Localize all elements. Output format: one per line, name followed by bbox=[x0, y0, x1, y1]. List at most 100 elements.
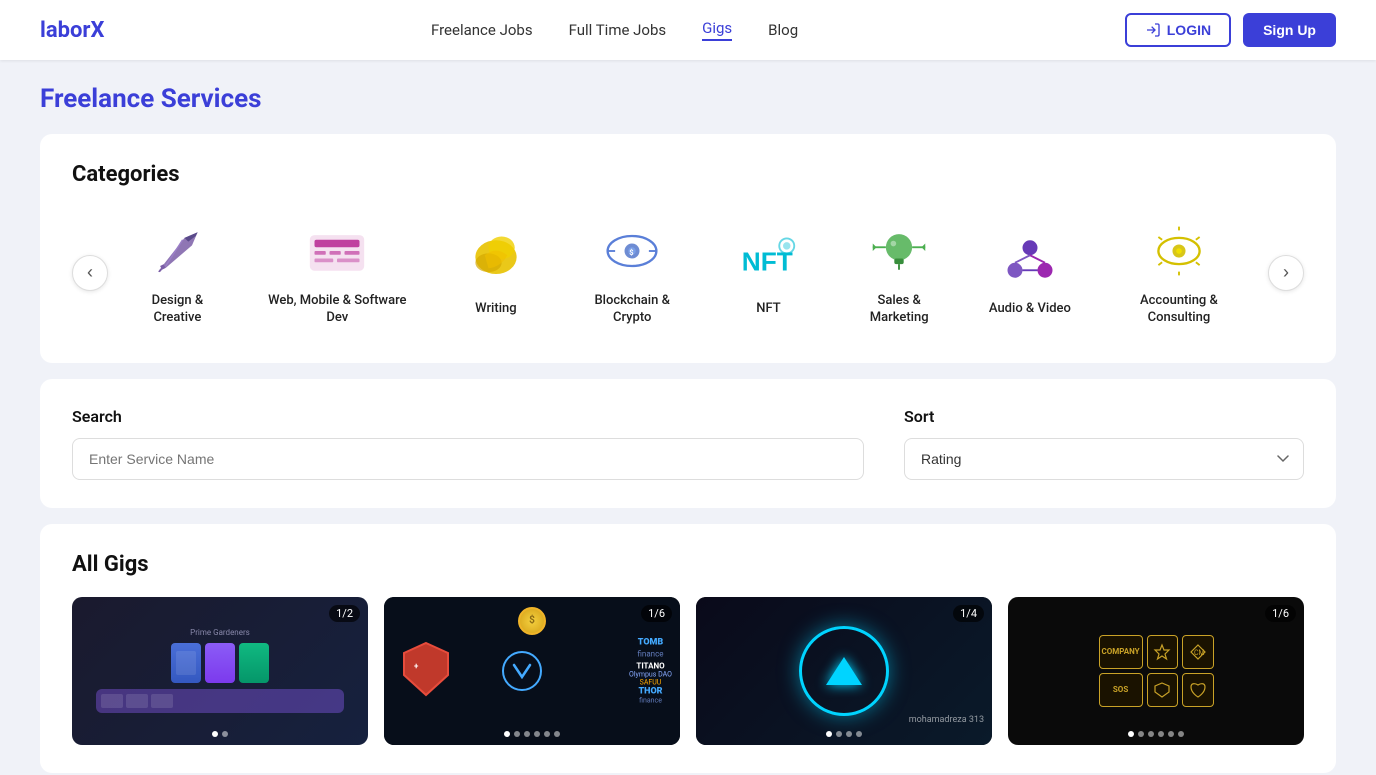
writing-icon bbox=[464, 227, 528, 291]
design-icon bbox=[145, 219, 209, 283]
gig1-bottom bbox=[96, 689, 344, 713]
sort-group: Sort Rating Price: Low to High Price: Hi… bbox=[904, 407, 1304, 480]
login-button[interactable]: LOGIN bbox=[1125, 13, 1231, 47]
nft-icon: NFT bbox=[736, 227, 800, 291]
search-sort-row: Search Sort Rating Price: Low to High Pr… bbox=[72, 407, 1304, 480]
logo-star-icon bbox=[1153, 643, 1171, 661]
search-sort-card: Search Sort Rating Price: Low to High Pr… bbox=[40, 379, 1336, 508]
gig2-shield-icon: + bbox=[402, 641, 450, 697]
gig4-dots bbox=[1128, 731, 1184, 737]
audio-label: Audio & Video bbox=[989, 301, 1071, 318]
gig3-circle bbox=[799, 626, 889, 716]
gigs-section: All Gigs Prime Gardeners bbox=[40, 524, 1336, 773]
logo-cell-4: SOS bbox=[1099, 673, 1143, 707]
page-content: Freelance Services Categories ‹ bbox=[0, 60, 1376, 773]
svg-text:NFT: NFT bbox=[742, 247, 793, 277]
login-icon bbox=[1145, 22, 1161, 38]
writing-label: Writing bbox=[475, 301, 516, 318]
dot-2-3 bbox=[534, 731, 540, 737]
search-label: Search bbox=[72, 407, 864, 426]
logo-cell-1: COMPANY bbox=[1099, 635, 1143, 669]
sort-label: Sort bbox=[904, 407, 1304, 426]
nav-gigs[interactable]: Gigs bbox=[702, 19, 732, 41]
webdev-label: Web, Mobile & Software Dev bbox=[259, 293, 416, 327]
dot-2-2 bbox=[524, 731, 530, 737]
nav-blog[interactable]: Blog bbox=[768, 21, 798, 39]
search-group: Search bbox=[72, 407, 864, 480]
svg-text:$: $ bbox=[629, 248, 633, 257]
accounting-icon bbox=[1147, 219, 1211, 283]
sales-icon bbox=[867, 219, 931, 283]
logo-leaf-icon bbox=[1189, 681, 1207, 699]
gig1-content: Prime Gardeners bbox=[72, 597, 368, 745]
category-sales[interactable]: Sales & Marketing bbox=[836, 211, 961, 335]
carousel-next-button[interactable]: › bbox=[1268, 255, 1304, 291]
nav-full-time-jobs[interactable]: Full Time Jobs bbox=[569, 21, 667, 39]
categories-carousel: ‹ bbox=[72, 211, 1304, 335]
gig3-badge: 1/4 bbox=[953, 605, 984, 622]
gig-card-2[interactable]: + $ TOMB finance TITANO Olympus DAO SAFU… bbox=[384, 597, 680, 745]
gig-card-3[interactable]: mohamadreza 313 1/4 bbox=[696, 597, 992, 745]
blockchain-label: Blockchain & Crypto bbox=[576, 293, 689, 327]
logo-diamond-icon: CM bbox=[1189, 643, 1207, 661]
nav-freelance-jobs[interactable]: Freelance Jobs bbox=[431, 21, 533, 39]
page-title: Freelance Services bbox=[40, 84, 1336, 114]
search-input[interactable] bbox=[72, 438, 864, 480]
logo-cell-3: CM bbox=[1182, 635, 1213, 669]
nav: Freelance Jobs Full Time Jobs Gigs Blog bbox=[431, 19, 798, 41]
dot-3-1 bbox=[836, 731, 842, 737]
gig3-dots bbox=[826, 731, 862, 737]
gig-card-4[interactable]: COMPANY CM SOS bbox=[1008, 597, 1304, 745]
dot-4-2 bbox=[1148, 731, 1154, 737]
gig3-triangle bbox=[826, 657, 862, 685]
svg-text:CM: CM bbox=[1194, 649, 1205, 657]
sales-label: Sales & Marketing bbox=[848, 293, 949, 327]
nft-label: NFT bbox=[756, 301, 780, 318]
gig1-figures bbox=[171, 643, 269, 683]
gig4-logo-grid: COMPANY CM SOS bbox=[1099, 635, 1214, 707]
category-blockchain[interactable]: $ Blockchain & Crypto bbox=[564, 211, 701, 335]
dot-3-0 bbox=[826, 731, 832, 737]
gig1-dots bbox=[212, 731, 228, 737]
logo-cell-6 bbox=[1182, 673, 1213, 707]
svg-text:+: + bbox=[414, 662, 419, 671]
signup-button[interactable]: Sign Up bbox=[1243, 13, 1336, 47]
dot-2-1 bbox=[514, 731, 520, 737]
audio-icon bbox=[998, 227, 1062, 291]
dot-4-0 bbox=[1128, 731, 1134, 737]
figure3 bbox=[239, 643, 269, 683]
header-actions: LOGIN Sign Up bbox=[1125, 13, 1336, 47]
gig-card-1[interactable]: Prime Gardeners 1/2 bbox=[72, 597, 368, 745]
category-nft[interactable]: NFT NFT bbox=[708, 219, 828, 326]
webdev-icon bbox=[305, 219, 369, 283]
categories-list: Design & Creative bbox=[116, 211, 1260, 335]
gig1-subtitle: Prime Gardeners bbox=[190, 628, 250, 637]
gig2-logo bbox=[502, 651, 542, 691]
category-webdev[interactable]: Web, Mobile & Software Dev bbox=[247, 211, 428, 335]
gig4-badge: 1/6 bbox=[1265, 605, 1296, 622]
carousel-prev-button[interactable]: ‹ bbox=[72, 255, 108, 291]
category-writing[interactable]: Writing bbox=[436, 219, 556, 326]
categories-title: Categories bbox=[72, 162, 1304, 187]
gig2-v-icon bbox=[512, 663, 532, 679]
gig1-badge: 1/2 bbox=[329, 605, 360, 622]
gig2-coin: $ bbox=[518, 607, 546, 635]
dot-3-3 bbox=[856, 731, 862, 737]
dot-2-4 bbox=[544, 731, 550, 737]
logo: laborX bbox=[40, 18, 104, 43]
design-label: Design & Creative bbox=[128, 293, 227, 327]
category-accounting[interactable]: Accounting & Consulting bbox=[1098, 211, 1260, 335]
accounting-label: Accounting & Consulting bbox=[1110, 293, 1248, 327]
gig2-badge: 1/6 bbox=[641, 605, 672, 622]
category-design[interactable]: Design & Creative bbox=[116, 211, 239, 335]
dot-1-0 bbox=[212, 731, 218, 737]
dot-4-5 bbox=[1178, 731, 1184, 737]
gig4-content: COMPANY CM SOS bbox=[1008, 597, 1304, 745]
blockchain-icon: $ bbox=[600, 219, 664, 283]
dot-3-2 bbox=[846, 731, 852, 737]
category-audio[interactable]: Audio & Video bbox=[970, 219, 1090, 326]
sort-select[interactable]: Rating Price: Low to High Price: High to… bbox=[904, 438, 1304, 480]
logo-cell-5 bbox=[1147, 673, 1178, 707]
gigs-grid: Prime Gardeners 1/2 bbox=[72, 597, 1304, 745]
gig2-dots bbox=[504, 731, 560, 737]
